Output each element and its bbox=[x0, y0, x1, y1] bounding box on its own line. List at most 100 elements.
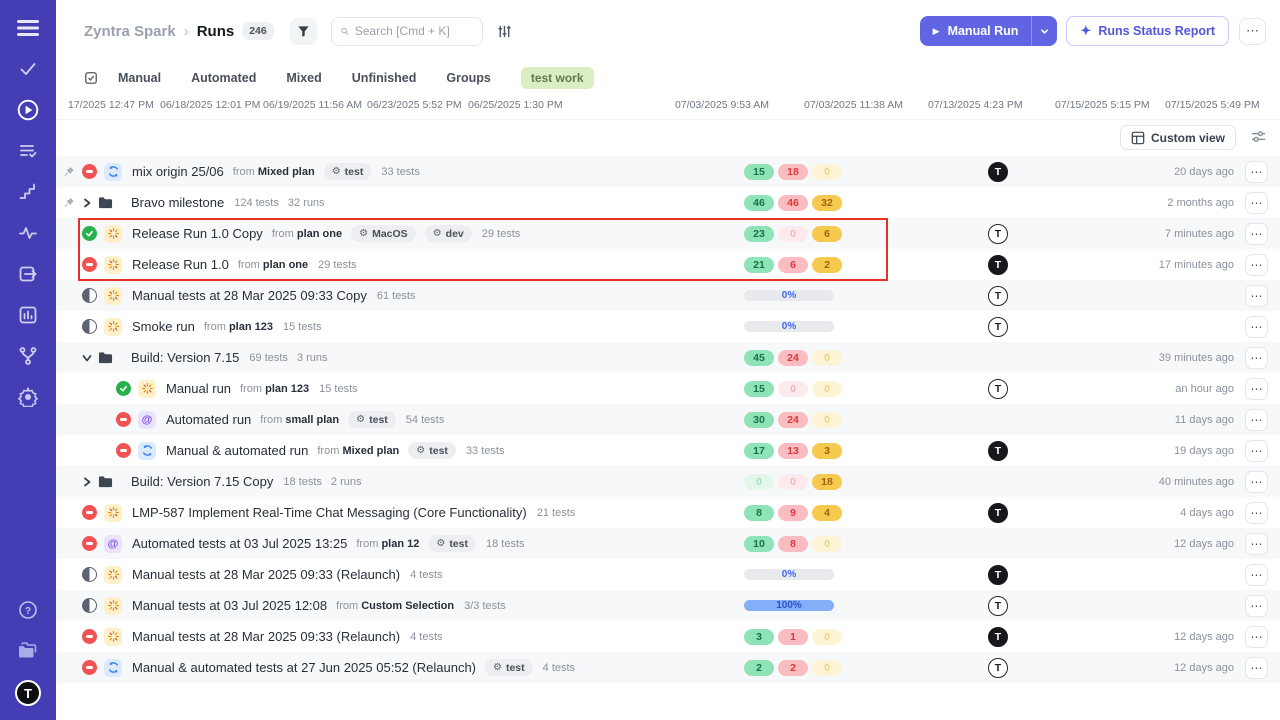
breadcrumb-project[interactable]: Zyntra Spark bbox=[84, 23, 176, 40]
row-more-button[interactable]: ⋯ bbox=[1245, 440, 1268, 462]
row-more-button[interactable]: ⋯ bbox=[1245, 533, 1268, 555]
sidebar-item-pulse[interactable] bbox=[14, 221, 42, 249]
row-more-button[interactable]: ⋯ bbox=[1245, 564, 1268, 586]
tab-groups[interactable]: Groups bbox=[446, 71, 490, 85]
run-title[interactable]: Automated tests at 03 Jul 2025 13:25 bbox=[132, 536, 347, 551]
run-row[interactable]: Manual runfrom plan 12315 tests1500Tan h… bbox=[56, 373, 1280, 404]
run-row[interactable]: Smoke runfrom plan 12315 tests0%T⋯ bbox=[56, 311, 1280, 342]
run-title[interactable]: Build: Version 7.15 bbox=[131, 350, 239, 365]
header-more-button[interactable]: ⋯ bbox=[1239, 18, 1266, 45]
runs-status-report-button[interactable]: ✦ Runs Status Report bbox=[1066, 16, 1229, 46]
sidebar-item-steps[interactable] bbox=[14, 180, 42, 208]
run-row[interactable]: Release Run 1.0from plan one29 tests2162… bbox=[56, 249, 1280, 280]
run-tag[interactable]: ⚙MacOS bbox=[351, 225, 416, 242]
sidebar-item-menu[interactable] bbox=[14, 16, 42, 44]
tab-manual[interactable]: Manual bbox=[118, 71, 161, 85]
run-title[interactable]: Automated run bbox=[166, 412, 251, 427]
sidebar-user-avatar[interactable]: T bbox=[15, 680, 41, 706]
tab-select-icon[interactable] bbox=[84, 71, 98, 85]
row-more-button[interactable]: ⋯ bbox=[1245, 409, 1268, 431]
view-options-button[interactable] bbox=[1251, 129, 1266, 144]
row-more-button[interactable]: ⋯ bbox=[1245, 502, 1268, 524]
tab-mixed[interactable]: Mixed bbox=[286, 71, 321, 85]
sliders-icon bbox=[1251, 129, 1266, 144]
run-tag[interactable]: ⚙test bbox=[348, 411, 396, 428]
sidebar-item-run-play[interactable] bbox=[14, 98, 42, 126]
sidebar-item-import[interactable] bbox=[14, 262, 42, 290]
run-title[interactable]: Build: Version 7.15 Copy bbox=[131, 474, 273, 489]
manual-run-button[interactable]: ▶ Manual Run bbox=[920, 16, 1032, 46]
run-row[interactable]: Release Run 1.0 Copyfrom plan one⚙MacOS⚙… bbox=[56, 218, 1280, 249]
sidebar-item-settings-gear[interactable] bbox=[14, 385, 42, 413]
sidebar-item-analytics[interactable] bbox=[14, 303, 42, 331]
run-title[interactable]: Manual run bbox=[166, 381, 231, 396]
run-timestamp: 20 days ago bbox=[1174, 166, 1234, 178]
run-title[interactable]: Manual tests at 28 Mar 2025 09:33 (Relau… bbox=[132, 629, 400, 644]
filter-button[interactable] bbox=[290, 18, 317, 45]
search-input[interactable] bbox=[355, 24, 473, 38]
run-row[interactable]: Manual tests at 28 Mar 2025 09:33 (Relau… bbox=[56, 621, 1280, 652]
run-row[interactable]: LMP-587 Implement Real-Time Chat Messagi… bbox=[56, 497, 1280, 528]
run-title[interactable]: Smoke run bbox=[132, 319, 195, 334]
custom-view-button[interactable]: Custom view bbox=[1120, 125, 1236, 150]
breadcrumb-page-runs[interactable]: Runs bbox=[197, 23, 235, 40]
group-row[interactable]: Build: Version 7.15 Copy18 tests2 runs00… bbox=[56, 466, 1280, 497]
run-title[interactable]: mix origin 25/06 bbox=[132, 164, 224, 179]
row-more-button[interactable]: ⋯ bbox=[1245, 471, 1268, 493]
run-tag[interactable]: ⚙dev bbox=[425, 225, 472, 242]
run-row[interactable]: Manual tests at 28 Mar 2025 09:33 (Relau… bbox=[56, 559, 1280, 590]
group-expand-chevron[interactable] bbox=[82, 353, 98, 363]
group-row[interactable]: Build: Version 7.1569 tests3 runs4524039… bbox=[56, 342, 1280, 373]
search-box[interactable] bbox=[331, 17, 483, 46]
group-row[interactable]: Bravo milestone124 tests32 runs4646322 m… bbox=[56, 187, 1280, 218]
tab-unfinished[interactable]: Unfinished bbox=[352, 71, 417, 85]
run-row[interactable]: Manual tests at 28 Mar 2025 09:33 Copy61… bbox=[56, 280, 1280, 311]
run-title[interactable]: Manual & automated run bbox=[166, 443, 308, 458]
row-more-button[interactable]: ⋯ bbox=[1245, 347, 1268, 369]
run-tag[interactable]: ⚙test bbox=[324, 163, 372, 180]
row-more-button[interactable]: ⋯ bbox=[1245, 192, 1268, 214]
sidebar-item-projects[interactable] bbox=[14, 639, 42, 667]
row-more-button[interactable]: ⋯ bbox=[1245, 595, 1268, 617]
row-more-button[interactable]: ⋯ bbox=[1245, 161, 1268, 183]
run-row[interactable]: mix origin 25/06from Mixed plan⚙test33 t… bbox=[56, 156, 1280, 187]
run-tag[interactable]: ⚙test bbox=[485, 659, 533, 676]
run-title[interactable]: Manual & automated tests at 27 Jun 2025 … bbox=[132, 660, 476, 675]
run-row[interactable]: @Automated tests at 03 Jul 2025 13:25fro… bbox=[56, 528, 1280, 559]
manual-run-dropdown-button[interactable] bbox=[1031, 16, 1057, 46]
group-expand-chevron[interactable] bbox=[82, 198, 98, 208]
row-more-button[interactable]: ⋯ bbox=[1245, 285, 1268, 307]
sidebar-item-help[interactable]: ? bbox=[14, 598, 42, 626]
row-more-button[interactable]: ⋯ bbox=[1245, 254, 1268, 276]
run-row[interactable]: Manual & automated tests at 27 Jun 2025 … bbox=[56, 652, 1280, 683]
run-tag[interactable]: ⚙test bbox=[408, 442, 456, 459]
group-expand-chevron[interactable] bbox=[82, 477, 98, 487]
run-title[interactable]: Release Run 1.0 Copy bbox=[132, 226, 263, 241]
chevron-down-icon bbox=[1040, 27, 1049, 36]
run-title[interactable]: Bravo milestone bbox=[131, 195, 224, 210]
row-more-button[interactable]: ⋯ bbox=[1245, 657, 1268, 679]
search-settings-button[interactable] bbox=[497, 24, 512, 39]
sidebar-item-branch[interactable] bbox=[14, 344, 42, 372]
run-title[interactable]: Manual tests at 28 Mar 2025 09:33 (Relau… bbox=[132, 567, 400, 582]
row-more-button[interactable]: ⋯ bbox=[1245, 378, 1268, 400]
tag-filter-badge[interactable]: test work bbox=[521, 67, 594, 89]
tab-automated[interactable]: Automated bbox=[191, 71, 256, 85]
row-more-button[interactable]: ⋯ bbox=[1245, 626, 1268, 648]
run-row[interactable]: Manual & automated runfrom Mixed plan⚙te… bbox=[56, 435, 1280, 466]
sidebar-item-check[interactable] bbox=[14, 57, 42, 85]
run-title[interactable]: Manual tests at 28 Mar 2025 09:33 Copy bbox=[132, 288, 367, 303]
run-tag[interactable]: ⚙test bbox=[428, 535, 476, 552]
result-pill-green: 0 bbox=[744, 474, 774, 490]
run-title[interactable]: LMP-587 Implement Real-Time Chat Messagi… bbox=[132, 505, 527, 520]
run-row[interactable]: @Automated runfrom small plan⚙test54 tes… bbox=[56, 404, 1280, 435]
run-from-plan: from plan 12 bbox=[356, 538, 419, 550]
row-more-button[interactable]: ⋯ bbox=[1245, 316, 1268, 338]
run-row[interactable]: Manual tests at 03 Jul 2025 12:08from Cu… bbox=[56, 590, 1280, 621]
row-more-button[interactable]: ⋯ bbox=[1245, 223, 1268, 245]
manual-run-type-icon bbox=[104, 566, 122, 584]
run-title[interactable]: Release Run 1.0 bbox=[132, 257, 229, 272]
assignee-avatar: T bbox=[988, 286, 1008, 306]
sidebar-item-list-check[interactable] bbox=[14, 139, 42, 167]
run-title[interactable]: Manual tests at 03 Jul 2025 12:08 bbox=[132, 598, 327, 613]
